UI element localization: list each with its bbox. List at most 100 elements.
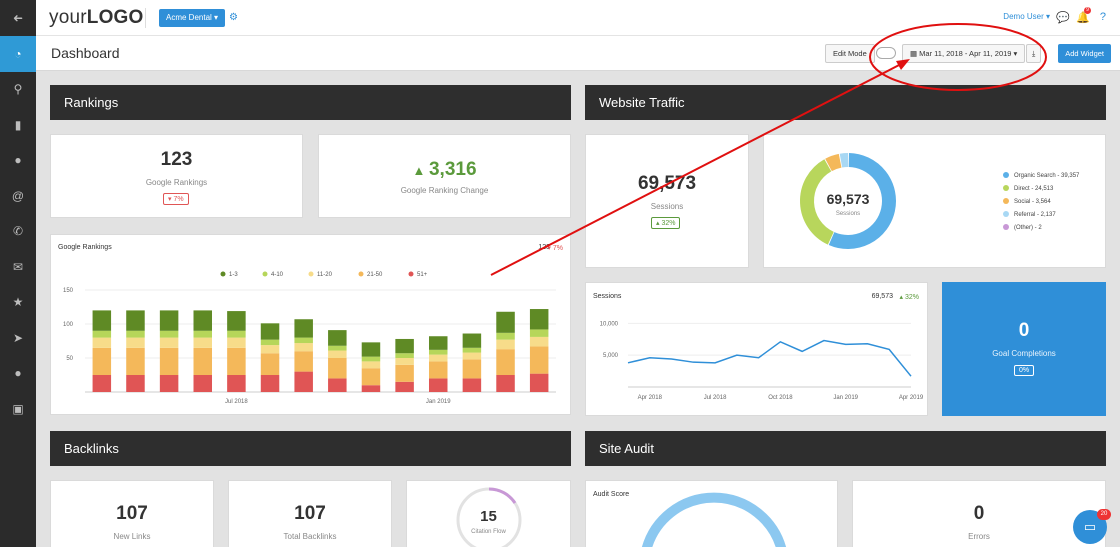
bar-segment xyxy=(395,381,414,392)
star-icon[interactable]: ★ xyxy=(0,284,36,320)
bar-segment xyxy=(496,311,515,333)
bar-chart-icon[interactable]: ▮ xyxy=(0,107,36,143)
goal-value: 0 xyxy=(1018,320,1030,341)
bar-segment xyxy=(462,347,482,353)
total-backlinks-card: 107 Total Backlinks xyxy=(228,480,392,547)
chat-icon[interactable]: ● xyxy=(0,142,36,178)
bar-segment xyxy=(395,338,414,354)
bar-segment xyxy=(227,347,246,375)
google-rankings-chart-card: Google Rankings 123 ▾ 7% 1-3 4-10 11-20 21-… xyxy=(50,234,571,415)
donut-center-label: Sessions xyxy=(836,211,860,217)
y-tick-label: 10,000 xyxy=(600,321,619,327)
at-icon[interactable]: @ xyxy=(0,178,36,214)
phone-icon[interactable]: ✆ xyxy=(0,213,36,249)
bar-segment xyxy=(294,337,313,344)
bar-segment xyxy=(193,375,213,392)
legend-label: Organic Search - 39,357 xyxy=(1014,173,1080,179)
errors-card: 0 Errors xyxy=(852,480,1106,547)
ranking-change-label: Google Ranking Change xyxy=(400,186,489,195)
edit-mode-button[interactable]: Edit Mode xyxy=(825,44,875,63)
y-tick-label: 150 xyxy=(63,288,74,294)
client-selector[interactable]: Acme Dental ▾ xyxy=(159,9,226,27)
bar-segment xyxy=(159,347,179,375)
citation-flow-label: Citation Flow xyxy=(471,529,506,535)
bar-segment xyxy=(496,339,515,350)
new-links-card: 107 New Links xyxy=(50,480,214,547)
total-backlinks-value: 107 xyxy=(294,503,326,524)
bar-segment xyxy=(126,375,145,392)
download-icon[interactable]: ⤓ xyxy=(1026,44,1042,63)
bar-segment xyxy=(328,358,347,379)
bar-segment xyxy=(529,329,549,337)
bar-segment xyxy=(294,351,313,372)
audit-score-card: Audit Score xyxy=(585,480,838,547)
mail-icon[interactable]: ✉ xyxy=(0,249,36,285)
search-icon[interactable]: ⚲ xyxy=(0,71,36,107)
bar-segment xyxy=(462,352,482,360)
add-widget-button[interactable]: Add Widget xyxy=(1058,44,1111,63)
sessions-value: 69,573 xyxy=(637,173,697,194)
traffic-section-title: Website Traffic xyxy=(585,85,1106,120)
bar-segment xyxy=(361,356,381,362)
bar-segment xyxy=(92,347,112,375)
bar-segment xyxy=(92,330,112,338)
donut-slice xyxy=(825,153,842,172)
date-range-button[interactable]: ▦ Mar 11, 2018 - Apr 11, 2019 ▾ xyxy=(902,44,1026,63)
sessions-line xyxy=(627,339,912,377)
bar-segment xyxy=(428,336,448,350)
date-range-label: Mar 11, 2018 - Apr 11, 2019 ▾ xyxy=(919,49,1018,58)
bar-segment xyxy=(193,337,213,348)
bar-segment xyxy=(126,310,145,331)
gear-icon[interactable]: ⚙ xyxy=(229,12,238,23)
legend-label: 51+ xyxy=(417,272,428,278)
back-arrow-icon[interactable]: ➜ xyxy=(0,0,36,36)
user-menu[interactable]: Demo User ▾ xyxy=(1003,12,1050,21)
help-icon[interactable]: ? xyxy=(1100,11,1106,23)
bar-segment xyxy=(159,375,179,392)
legend-label: 21-50 xyxy=(367,272,383,278)
google-rankings-card: 123 Google Rankings ▾ 7% xyxy=(50,134,303,218)
bar-segment xyxy=(260,353,280,375)
bar-segment xyxy=(529,346,549,374)
bar-segment xyxy=(193,347,213,375)
legend-label: 1-3 xyxy=(229,272,238,278)
legend-label: Social - 3,564 xyxy=(1014,199,1051,205)
legend-dot xyxy=(1003,198,1009,204)
x-tick-label: Oct 2018 xyxy=(768,395,793,401)
bar-segment xyxy=(92,375,112,392)
dashboard-icon[interactable]: ◔ xyxy=(0,35,36,72)
legend-label: (Other) - 2 xyxy=(1014,225,1042,231)
legend-label: 4-10 xyxy=(271,272,284,278)
bar-segment xyxy=(395,358,414,365)
bar-segment xyxy=(496,332,515,340)
up-arrow-icon: ▲ xyxy=(412,163,429,178)
bar-segment xyxy=(328,378,347,392)
user-icon[interactable]: ● xyxy=(0,355,36,391)
legend-dot xyxy=(1003,211,1009,217)
bar-segment xyxy=(126,330,145,338)
traffic-sources-card: 69,573 Sessions Organic Search - 39,357 Dir… xyxy=(763,134,1106,268)
bar-segment xyxy=(126,337,145,348)
bar-segment xyxy=(395,364,414,382)
bar-segment xyxy=(260,323,280,340)
ranking-change-card: ▲ 3,316 Google Ranking Change xyxy=(318,134,571,218)
bar-segment xyxy=(159,337,179,348)
chat-icon[interactable]: 💬 xyxy=(1056,11,1070,24)
clipboard-icon[interactable]: ▣ xyxy=(0,391,36,427)
ranking-change-value: ▲ 3,316 xyxy=(412,159,477,180)
legend-dot xyxy=(262,271,268,277)
legend-label: Direct - 24,513 xyxy=(1014,186,1054,192)
bar-segment xyxy=(462,359,482,379)
send-icon[interactable]: ➤ xyxy=(0,320,36,356)
google-rankings-value: 123 xyxy=(160,149,193,170)
sessions-card: 69,573 Sessions ▴ 32% xyxy=(585,134,749,268)
bar-segment xyxy=(462,333,482,348)
chat-unread-badge: 20 xyxy=(1097,509,1111,520)
goal-label: Goal Completions xyxy=(992,349,1056,358)
sessions-line-card: Sessions 69,573 ▴ 32% 5,000 10,000 Apr 201… xyxy=(585,282,928,416)
bar-segment xyxy=(260,375,280,392)
x-tick-label: Jul 2018 xyxy=(225,399,248,405)
legend-label: Referral - 2,137 xyxy=(1014,212,1056,218)
edit-mode-toggle[interactable] xyxy=(876,47,896,59)
audit-section-title: Site Audit xyxy=(585,431,1106,466)
